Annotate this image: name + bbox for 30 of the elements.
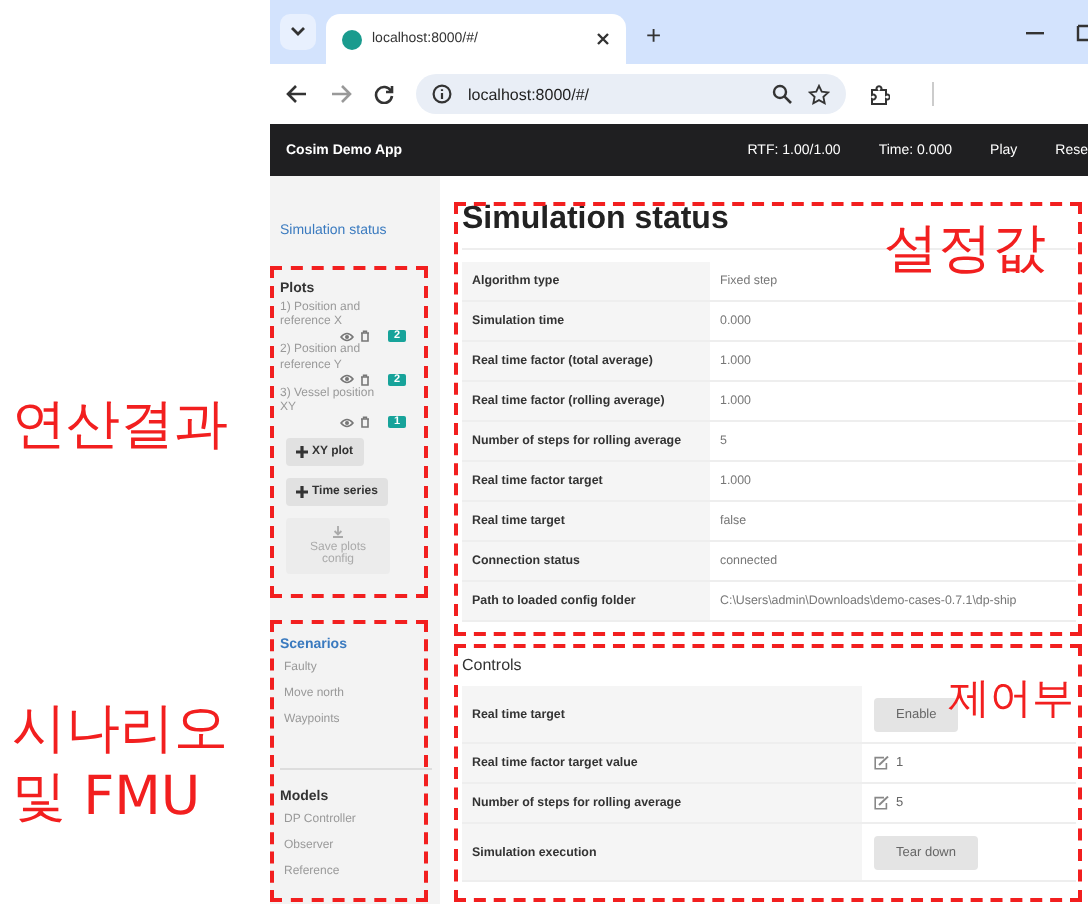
edit-icon[interactable]	[874, 756, 890, 770]
download-icon	[332, 526, 344, 539]
maximize-icon[interactable]	[1076, 24, 1088, 42]
trash-icon[interactable]	[360, 416, 370, 429]
minimize-icon[interactable]	[1026, 32, 1044, 36]
eye-icon[interactable]	[340, 417, 354, 428]
new-tab-button[interactable]: +	[646, 20, 662, 50]
tab-list-button[interactable]	[280, 14, 316, 50]
trash-icon[interactable]	[360, 330, 370, 343]
plus-icon	[296, 486, 308, 499]
info-icon	[432, 84, 452, 104]
section-title: Controls	[462, 656, 524, 674]
annotation-label: 시나리오 및 FMU	[12, 696, 230, 831]
address-field[interactable]: localhost:8000/#/	[416, 74, 846, 114]
eye-icon[interactable]	[340, 331, 354, 342]
star-icon[interactable]	[808, 83, 830, 105]
close-icon[interactable]	[596, 32, 610, 46]
chevron-down-icon	[290, 26, 306, 38]
annotation-label: 연산결과	[12, 392, 228, 460]
annotation-label: 설정값	[884, 216, 1046, 284]
forward-icon[interactable]	[330, 84, 352, 104]
eye-icon[interactable]	[340, 374, 354, 385]
puzzle-icon[interactable]	[868, 83, 890, 105]
back-icon[interactable]	[286, 84, 308, 104]
reload-icon[interactable]	[374, 84, 394, 104]
zoom-icon[interactable]	[772, 84, 792, 104]
favicon-icon	[342, 29, 362, 49]
plus-icon	[296, 446, 308, 459]
trash-icon[interactable]	[360, 373, 370, 386]
edit-icon[interactable]	[874, 796, 890, 810]
